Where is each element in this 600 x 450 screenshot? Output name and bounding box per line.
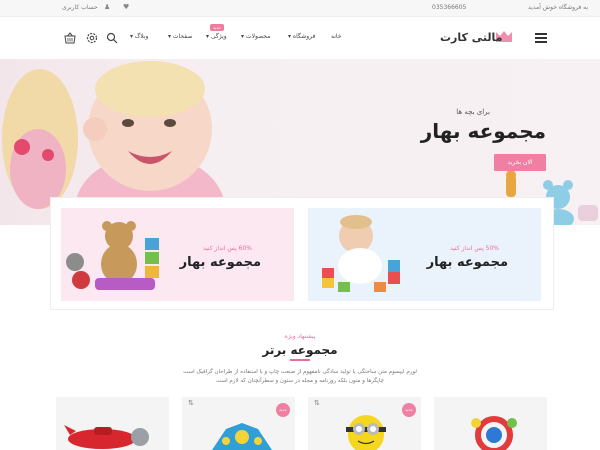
product-image-ring-toy [471,416,517,450]
new-badge: جدید [276,403,290,417]
main-nav: خانه فروشگاه ▾ محصولات ▾ ویژگی ▾ جدید صف… [126,24,346,45]
nav-products[interactable]: محصولات ▾ [241,33,270,40]
product-card[interactable] [434,397,547,450]
section-title: مجموعه برتر [262,343,338,357]
nav-pages[interactable]: صفحات ▾ [168,33,192,40]
settings-icon[interactable] [86,32,98,44]
nav-shop-label: فروشگاه [292,33,316,40]
nav-features-label: ویژگی [210,33,227,40]
nav-shop[interactable]: فروشگاه ▾ [288,33,315,40]
compare-icon[interactable]: ⇅ [188,399,194,407]
nav-new-badge: جدید [210,24,224,31]
section-divider [290,359,310,361]
promo-right-title: مجموعه بهار [426,255,508,270]
teddy-toys-image [66,221,159,290]
shop-now-button[interactable]: الان بخرید [494,154,546,171]
product-card[interactable] [56,397,169,450]
nav-home[interactable]: خانه [331,33,341,40]
search-icon[interactable] [106,32,118,44]
section-description: لورم ایپسوم متن ساختگی با تولید سادگی نا… [183,369,417,384]
nav-blog[interactable]: وبلاگ ▾ [130,33,148,40]
site-header: مالتی کارت خانه فروشگاه ▾ محصولات ▾ ویژگ… [0,17,600,59]
product-image-plane [64,425,149,449]
welcome-text: به فروشگاه خوش آمدید [528,4,588,11]
baby-blocks-image [322,215,400,292]
promo-card-left[interactable]: 60% پس انداز کنید مجموعه بهار [61,208,294,301]
promo-section: 60% پس انداز کنید مجموعه بهار 50% پس اند… [50,197,554,310]
cart-icon[interactable] [64,32,76,44]
section-kicker: پیشنهاد ویژه [284,333,316,340]
hero-subtitle: برای بچه ها [456,108,490,116]
user-icon[interactable]: ♟ [104,3,110,11]
nav-products-label: محصولات [245,33,271,40]
heart-icon[interactable]: ♥ [123,3,129,11]
nav-features[interactable]: ویژگی ▾ [206,33,227,40]
product-card[interactable]: جدید ⇅ [182,397,295,450]
logo-text[interactable]: مالتی کارت [440,31,502,44]
nav-blog-label: وبلاگ [134,33,149,40]
product-image-teether [212,423,272,450]
hero-title: مجموعه بهار [420,119,546,143]
compare-icon[interactable]: ⇅ [314,399,320,407]
account-link[interactable]: حساب کاربری [62,4,98,11]
promo-left-discount: 60% پس انداز کنید [202,245,252,252]
product-card[interactable]: جدید ⇅ [308,397,421,450]
promo-right-discount: 50% پس انداز کنید [449,245,499,252]
promo-card-right[interactable]: 50% پس انداز کنید مجموعه بهار [308,208,541,301]
menu-icon[interactable] [535,33,547,43]
product-image-minion [346,415,386,450]
top-bar: به فروشگاه خوش آمدید 035366605 حساب کارب… [0,0,600,17]
phone-number[interactable]: 035366605 [432,4,466,11]
nav-pages-label: صفحات [172,33,193,40]
promo-left-title: مجموعه بهار [179,255,261,270]
new-badge: جدید [402,403,416,417]
